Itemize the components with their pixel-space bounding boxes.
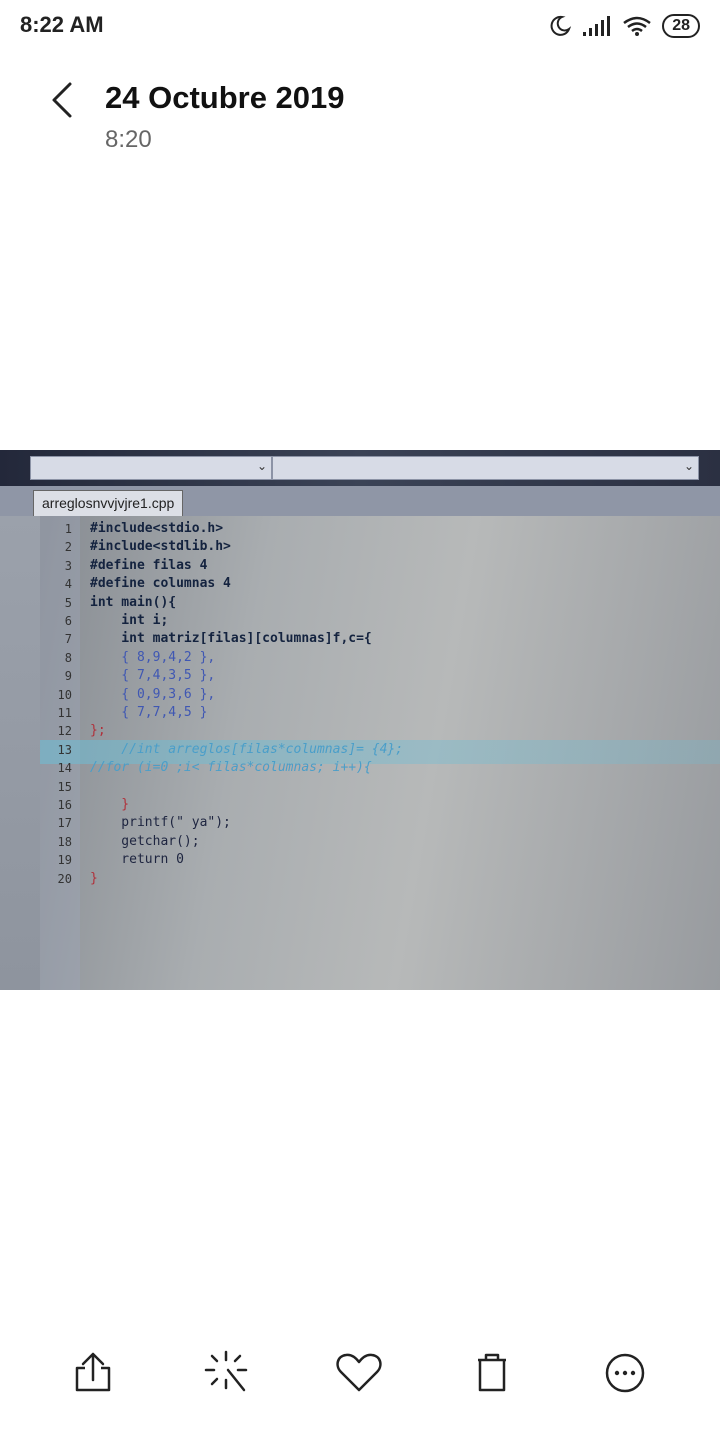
code-line: 12};: [44, 722, 714, 740]
code-line: 9 { 7,4,3,5 },: [44, 667, 714, 685]
line-number: 14: [57, 761, 72, 776]
code-line: 18 getchar();: [44, 833, 714, 851]
line-number: 13: [57, 742, 72, 757]
code-text: #include<stdio.h>: [90, 521, 224, 536]
line-number: 12: [57, 724, 72, 739]
code-line: 7 int matriz[filas][columnas]f,c={: [44, 630, 714, 648]
code-line: 20}: [44, 870, 714, 888]
edit-button[interactable]: [194, 1340, 258, 1404]
battery-indicator: 28: [662, 14, 700, 38]
more-icon: [605, 1353, 645, 1393]
line-number: 10: [57, 687, 72, 702]
header: 24 Octubre 2019 8:20: [0, 72, 720, 172]
code-line: 14 //for (i=0 ;i< filas*columnas; i++){: [44, 759, 714, 777]
code-text: { 8,9,4,2 },: [90, 649, 216, 665]
ide-combo-right: ⌄: [272, 456, 699, 480]
code-text: printf(" ya");: [90, 815, 231, 831]
line-number: 20: [57, 871, 72, 886]
status-bar: 8:22 AM 28: [0, 0, 720, 52]
code-line: 17 printf(" ya");: [44, 814, 714, 832]
code-line: 8 { 8,9,4,2 },: [44, 649, 714, 667]
line-number: 7: [64, 632, 72, 647]
code-line: 4 #define columnas 4: [44, 575, 714, 593]
code-line: 10 { 0,9,3,6 },: [44, 686, 714, 704]
photo-image[interactable]: ⌄ ⌄ arreglosnvvjvjre1.cpp 1 #include<stdi…: [0, 450, 720, 990]
code-text: int matriz[filas][columnas]f,c={: [90, 631, 372, 647]
line-number: 18: [57, 834, 72, 849]
signal-icon: [583, 16, 611, 36]
moon-icon: [550, 15, 572, 36]
line-number: 6: [64, 614, 72, 628]
code-text: }: [90, 797, 130, 812]
code-line: 13 //int arreglos[filas*columnas]= {4};: [44, 741, 714, 759]
line-number: 8: [64, 650, 72, 665]
ide-toolbar: ⌄ ⌄: [0, 450, 720, 486]
code-text: //for (i=0 ;i< filas*columnas; i++){: [90, 760, 372, 776]
code-text: #define filas 4: [90, 557, 208, 573]
code-text: { 7,7,4,5 }: [90, 705, 208, 720]
code-line: 19 return 0: [44, 851, 714, 869]
wifi-icon: [623, 16, 651, 36]
ide-combo-left: ⌄: [30, 456, 272, 480]
share-icon: [75, 1352, 111, 1392]
code-text: getchar();: [90, 833, 200, 849]
line-number: 16: [57, 798, 72, 812]
code-line: 6 int i;: [44, 612, 714, 630]
back-arrow-icon: [52, 82, 72, 118]
code-text: { 7,4,3,5 },: [90, 668, 216, 684]
line-number: 19: [57, 853, 72, 868]
code-text: #define columnas 4: [90, 576, 231, 592]
line-number: 3: [64, 558, 72, 573]
magic-wand-icon: [204, 1350, 248, 1392]
ide-left-panel: [0, 516, 40, 990]
heart-icon: [336, 1353, 382, 1392]
code-text: int i;: [90, 613, 169, 628]
code-text: //int arreglos[filas*columnas]= {4};: [90, 741, 404, 757]
code-line: 3 #define filas 4: [44, 557, 714, 575]
code-text: return 0: [90, 852, 184, 868]
line-number: 4: [64, 577, 72, 592]
code-line: 5 int main(){: [44, 594, 714, 612]
line-number: 11: [57, 706, 72, 720]
back-button[interactable]: [42, 80, 82, 120]
line-number: 5: [64, 595, 72, 610]
line-number: 9: [64, 669, 72, 684]
favorite-button[interactable]: [327, 1340, 391, 1404]
ide-file-tab: arreglosnvvjvjre1.cpp: [33, 490, 183, 516]
line-number: 15: [57, 779, 72, 794]
code-text: #include<stdlib.h>: [90, 539, 231, 555]
code-line: 1 #include<stdio.h>: [44, 520, 714, 538]
code-text: };: [90, 723, 106, 739]
code-line: 11 { 7,7,4,5 }: [44, 704, 714, 722]
code-text: }: [90, 870, 98, 886]
code-text: int main(){: [90, 594, 177, 610]
more-button[interactable]: [593, 1340, 657, 1404]
trash-icon: [478, 1353, 506, 1392]
code-text: { 0,9,3,6 },: [90, 686, 216, 702]
code-line: 16 }: [44, 796, 714, 814]
status-icons: 28: [548, 12, 700, 40]
ide-tabstrip: arreglosnvvjvjre1.cpp: [0, 486, 720, 516]
status-time: 8:22 AM: [20, 12, 104, 37]
bottom-toolbar: [0, 1340, 720, 1410]
code-line: 2 #include<stdlib.h>: [44, 538, 714, 556]
delete-button[interactable]: [460, 1340, 524, 1404]
line-number: 17: [57, 816, 72, 831]
line-number: 1: [64, 522, 72, 536]
photo-time: 8:20: [105, 126, 152, 153]
share-button[interactable]: [61, 1340, 125, 1404]
code-line: 15: [44, 778, 714, 796]
line-number: 2: [64, 540, 72, 555]
photo-title: 24 Octubre 2019: [105, 80, 345, 115]
